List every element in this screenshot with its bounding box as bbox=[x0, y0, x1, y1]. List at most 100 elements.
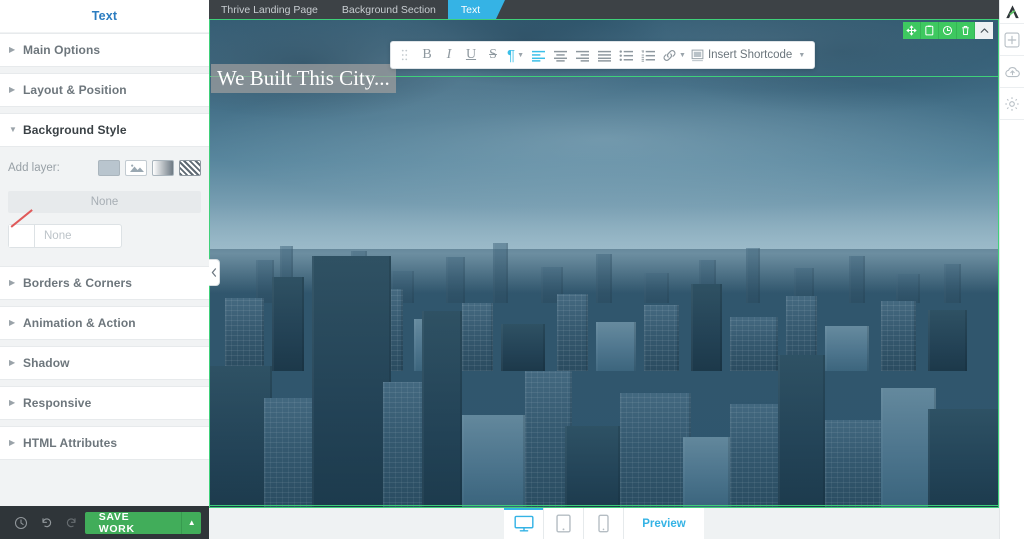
save-work-dropdown-chevron-up-icon[interactable]: ▲ bbox=[181, 511, 201, 534]
gradient-layer-icon[interactable] bbox=[152, 160, 174, 176]
rich-text-toolbar: B I U S ¶ ▼ ▼ Insert Shortcode ▼ bbox=[390, 41, 816, 69]
color-swatch-label: None bbox=[44, 230, 72, 242]
align-left-button[interactable] bbox=[527, 42, 549, 68]
copy-icon[interactable] bbox=[921, 22, 939, 39]
bullet-list-button[interactable] bbox=[615, 42, 637, 68]
move-icon[interactable] bbox=[903, 22, 921, 39]
accordion-label: Main Options bbox=[23, 43, 101, 57]
accordion-section-shadow: ▶ Shadow bbox=[0, 346, 209, 380]
gear-glyph bbox=[1005, 96, 1019, 111]
add-layer-buttons bbox=[98, 160, 201, 176]
add-layer-row: Add layer: bbox=[8, 157, 201, 179]
accordion-header-borders-corners[interactable]: ▶ Borders & Corners bbox=[0, 266, 209, 300]
duplicate-icon[interactable] bbox=[939, 22, 957, 39]
add-layer-label: Add layer: bbox=[8, 162, 60, 174]
clock-glyph bbox=[14, 516, 27, 529]
desktop-icon bbox=[514, 515, 534, 532]
align-right-button[interactable] bbox=[571, 42, 593, 68]
settings-gear-icon[interactable] bbox=[1000, 88, 1024, 120]
drag-dots-glyph bbox=[401, 49, 407, 61]
accordion-header-html-attributes[interactable]: ▶ HTML Attributes bbox=[0, 426, 209, 460]
paragraph-icon: ¶ bbox=[507, 46, 516, 64]
italic-button[interactable]: I bbox=[438, 42, 460, 68]
chevron-left-icon bbox=[211, 268, 217, 277]
headline-text-element[interactable]: We Built This City... bbox=[211, 64, 396, 94]
trash-icon[interactable] bbox=[957, 22, 975, 39]
drag-handle-icon[interactable] bbox=[394, 42, 416, 68]
selected-layer-bar[interactable]: None bbox=[8, 191, 201, 213]
accordion-header-shadow[interactable]: ▶ Shadow bbox=[0, 346, 209, 380]
accordion-label: Animation & Action bbox=[23, 316, 136, 330]
sidebar-footer-toolbar: SAVE WORK ▲ bbox=[0, 506, 209, 539]
numbered-list-button[interactable] bbox=[637, 42, 659, 68]
sidebar-collapse-handle[interactable] bbox=[209, 259, 220, 286]
preview-button[interactable]: Preview bbox=[624, 508, 704, 539]
accordion-header-main-options[interactable]: ▶ Main Options bbox=[0, 33, 209, 67]
accordion-section-html-attributes: ▶ HTML Attributes bbox=[0, 426, 209, 460]
move-glyph bbox=[906, 25, 917, 36]
page-canvas[interactable]: We Built This City... B I U S ¶ ▼ ▼ Inse… bbox=[209, 19, 999, 508]
accordion-header-responsive[interactable]: ▶ Responsive bbox=[0, 386, 209, 420]
chevron-right-icon: ▶ bbox=[9, 85, 16, 94]
thrive-logo-glyph bbox=[1005, 4, 1019, 18]
accordion-section-borders-corners: ▶ Borders & Corners bbox=[0, 266, 209, 300]
options-accordion: ▶ Main Options ▶ Layout & Position ▼ Bac… bbox=[0, 32, 209, 506]
align-left-icon bbox=[531, 50, 545, 62]
color-swatch-field[interactable]: None bbox=[8, 224, 122, 248]
left-options-sidebar: Text ▶ Main Options ▶ Layout & Position … bbox=[0, 0, 209, 539]
breadcrumb-text-active[interactable]: Text bbox=[447, 0, 506, 19]
accordion-label: Shadow bbox=[23, 356, 70, 370]
align-right-icon bbox=[575, 50, 589, 62]
accordion-section-layout-position: ▶ Layout & Position bbox=[0, 73, 209, 107]
solid-color-layer-icon[interactable] bbox=[98, 160, 120, 176]
clock-icon[interactable] bbox=[8, 506, 34, 539]
undo-glyph bbox=[42, 517, 52, 527]
accordion-header-background-style[interactable]: ▼ Background Style bbox=[0, 113, 209, 147]
breadcrumb-background-section[interactable]: Background Section bbox=[330, 0, 448, 19]
chevron-down-icon: ▼ bbox=[798, 51, 806, 59]
align-center-button[interactable] bbox=[549, 42, 571, 68]
image-glyph bbox=[130, 164, 144, 172]
duplicate-glyph bbox=[942, 25, 953, 36]
right-tool-rail bbox=[999, 0, 1024, 539]
no-color-swatch-icon bbox=[9, 225, 35, 247]
align-justify-icon bbox=[597, 50, 611, 62]
redo-icon[interactable] bbox=[59, 506, 85, 539]
pattern-layer-icon[interactable] bbox=[179, 160, 201, 176]
accordion-label: Background Style bbox=[23, 123, 127, 137]
underline-button[interactable]: U bbox=[460, 42, 482, 68]
save-work-button[interactable]: SAVE WORK bbox=[85, 512, 182, 534]
chevron-right-icon: ▶ bbox=[9, 398, 16, 407]
cloud-glyph bbox=[1004, 66, 1020, 77]
trash-glyph bbox=[962, 25, 969, 36]
undo-icon[interactable] bbox=[34, 506, 60, 539]
accordion-header-layout-position[interactable]: ▶ Layout & Position bbox=[0, 73, 209, 107]
paragraph-format-button[interactable]: ¶ ▼ bbox=[504, 42, 527, 68]
chevron-down-icon: ▼ bbox=[679, 51, 686, 59]
mobile-icon bbox=[598, 514, 609, 533]
device-tablet-button[interactable] bbox=[544, 508, 585, 539]
chevron-right-icon: ▶ bbox=[9, 358, 16, 367]
collapse-icon[interactable] bbox=[975, 22, 993, 39]
tablet-icon bbox=[556, 514, 571, 533]
copy-glyph bbox=[925, 25, 934, 36]
align-justify-button[interactable] bbox=[593, 42, 615, 68]
link-button[interactable]: ▼ bbox=[659, 42, 689, 68]
add-element-icon[interactable] bbox=[1000, 24, 1024, 56]
accordion-label: Borders & Corners bbox=[23, 276, 133, 290]
element-action-toolbar bbox=[903, 22, 993, 39]
bold-button[interactable]: B bbox=[416, 42, 438, 68]
device-desktop-button[interactable] bbox=[504, 508, 545, 539]
device-mobile-button[interactable] bbox=[584, 508, 625, 539]
chevron-right-icon: ▶ bbox=[9, 45, 16, 54]
accordion-header-animation-action[interactable]: ▶ Animation & Action bbox=[0, 306, 209, 340]
breadcrumb-thrive-landing-page[interactable]: Thrive Landing Page bbox=[209, 0, 330, 19]
device-switcher-group bbox=[504, 508, 625, 539]
insert-shortcode-button[interactable]: Insert Shortcode ▼ bbox=[689, 42, 809, 68]
selected-layer-label: None bbox=[90, 196, 119, 208]
foreground-buildings-layer bbox=[209, 234, 999, 508]
strikethrough-button[interactable]: S bbox=[482, 42, 504, 68]
cloud-templates-icon[interactable] bbox=[1000, 56, 1024, 88]
thrive-logo-icon bbox=[1000, 0, 1024, 24]
image-layer-icon[interactable] bbox=[125, 160, 147, 176]
